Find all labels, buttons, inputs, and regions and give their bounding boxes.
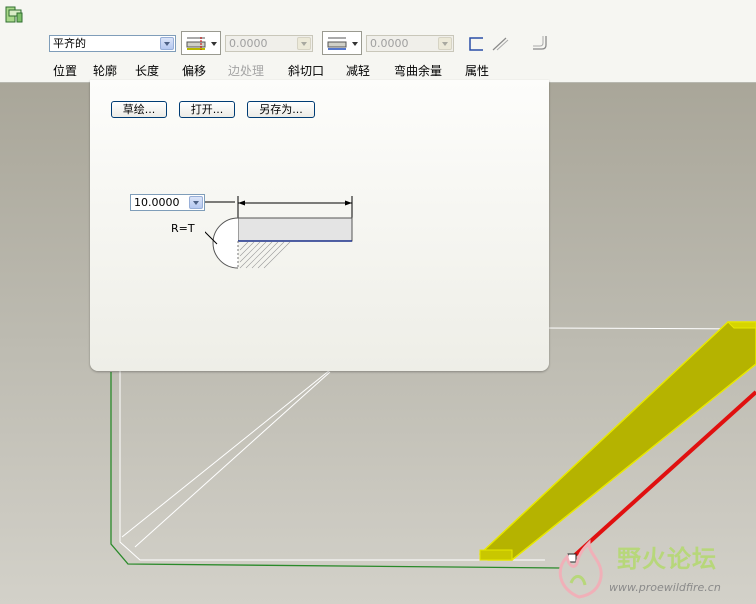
- diagonal-edge-2: [134, 371, 331, 548]
- sketch-button[interactable]: 草绘...: [111, 101, 167, 118]
- profile-panel: 草绘... 打开... 另存为... 10.0000 R=T: [90, 80, 549, 371]
- length-dimension-value: 10.0000: [134, 196, 180, 209]
- tab-properties[interactable]: 属性: [465, 62, 489, 79]
- watermark-title: 野火论坛: [617, 545, 717, 573]
- flange-dashboard: 平齐的 0.0000 0.0000 位置 轮廓 长度 偏移 边处理 斜切口 减轻…: [0, 0, 756, 83]
- tab-placement[interactable]: 位置: [53, 62, 77, 79]
- placement-value: 平齐的: [53, 37, 86, 50]
- chevron-down-icon: [438, 37, 452, 50]
- diagonal-edge-1: [121, 369, 331, 538]
- watermark-url: www.proewildfire.cn: [609, 581, 721, 594]
- chevron-down-icon: [297, 37, 311, 50]
- profile-type-button-1[interactable]: [181, 31, 221, 55]
- thickness-dropdown-1: 0.0000: [225, 35, 313, 52]
- add-thickness-icon[interactable]: [490, 35, 510, 53]
- chevron-down-icon[interactable]: [189, 196, 203, 209]
- bend-relief-icon[interactable]: [530, 34, 550, 52]
- chevron-down-icon[interactable]: [160, 37, 174, 50]
- save-as-button[interactable]: 另存为...: [247, 101, 315, 118]
- radius-label: R=T: [171, 222, 195, 235]
- tab-miter-cut[interactable]: 斜切口: [288, 62, 324, 79]
- length-side-icon: [327, 37, 347, 50]
- thickness-value-2: 0.0000: [370, 37, 409, 50]
- tab-profile[interactable]: 轮廓: [93, 62, 117, 79]
- thickness-value-1: 0.0000: [229, 37, 268, 50]
- tab-relief[interactable]: 减轻: [346, 62, 370, 79]
- open-button[interactable]: 打开...: [179, 101, 235, 118]
- flange-feature-icon: [5, 6, 23, 23]
- length-dimension-dropdown[interactable]: 10.0000: [130, 194, 205, 211]
- flip-direction-icon[interactable]: [467, 35, 485, 53]
- thicken-side-icon: [186, 37, 206, 50]
- chevron-down-icon: [352, 42, 358, 46]
- profile-type-button-2[interactable]: [322, 31, 362, 55]
- thickness-dropdown-2: 0.0000: [366, 35, 454, 52]
- flange-wall-end-face: [479, 549, 513, 561]
- sketch-trajectory-line[interactable]: [110, 372, 561, 569]
- profile-preview-diagram: [205, 196, 353, 269]
- flame-logo-icon: [558, 539, 603, 599]
- tab-length[interactable]: 长度: [135, 62, 159, 79]
- forum-watermark: 野火论坛 www.proewildfire.cn: [545, 535, 756, 604]
- tab-offset[interactable]: 偏移: [182, 62, 206, 79]
- placement-dropdown[interactable]: 平齐的: [49, 35, 176, 52]
- tab-bend-allowance[interactable]: 弯曲余量: [394, 62, 442, 79]
- chevron-down-icon: [211, 42, 217, 46]
- tab-edge-treatment: 边处理: [228, 64, 265, 78]
